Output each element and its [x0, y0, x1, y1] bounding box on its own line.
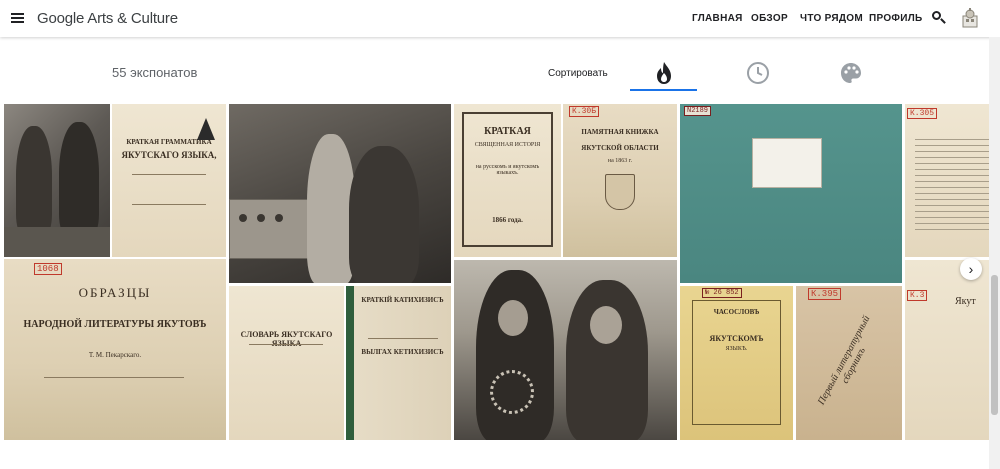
- asset-tile-folder[interactable]: N2189: [680, 104, 902, 283]
- asset-tile-document[interactable]: 1068 ОБРАЗЦЫ НАРОДНОЙ ЛИТЕРАТУРЫ ЯКУТОВЪ…: [4, 259, 226, 440]
- asset-tile-document[interactable]: № 26 852 ЧАСОСЛОВЪ ЯКУТСКОМЪ ЯЗЫКѢ.: [680, 286, 793, 440]
- popular-flame-icon: [657, 62, 671, 84]
- asset-tile-photo-women[interactable]: [4, 104, 110, 257]
- document-stamp: К.305: [907, 108, 938, 119]
- document-stamp: № 26 852: [702, 288, 742, 298]
- document-stamp: К.3: [907, 290, 928, 301]
- folder-label: [752, 138, 822, 188]
- sort-date-button[interactable]: [743, 61, 773, 87]
- document-subtitle: ЯКУТСКАГО ЯЗЫКА,: [121, 150, 217, 160]
- nav-explore[interactable]: ОБЗОР: [751, 13, 788, 24]
- sort-label: Сортировать: [548, 68, 608, 79]
- nav-home[interactable]: ГЛАВНАЯ: [692, 13, 743, 24]
- document-title: СЛОВАРЬ ЯКУТСКАГО ЯЗЫКА: [240, 330, 333, 348]
- clock-icon: [747, 62, 769, 84]
- document-title: КРАТКАЯ: [484, 126, 531, 137]
- nav-profile[interactable]: ПРОФИЛЬ: [869, 13, 923, 24]
- document-stamp: К.395: [808, 288, 842, 300]
- document-subtitle: НАРОДНОЙ ЛИТЕРАТУРЫ ЯКУТОВЪ: [23, 319, 207, 330]
- document-author: Т. М. Пекарскаго.: [88, 351, 142, 359]
- scrollbar-thumb[interactable]: [991, 275, 998, 415]
- asset-tile-photo-costume[interactable]: [454, 260, 677, 440]
- document-title: ПАМЯТНАЯ КНИЖКА: [581, 128, 659, 136]
- sort-popular-button[interactable]: [649, 61, 679, 87]
- document-subtitle: ЯКУТСКОМЪ: [709, 334, 764, 343]
- document-subtitle: ЯКУТСКОЙ ОБЛАСТИ: [581, 144, 659, 152]
- menu-icon[interactable]: [10, 10, 26, 26]
- document-text: ЯЗЫКѢ.: [725, 346, 748, 352]
- palette-icon: [841, 63, 861, 83]
- document-subtitle: СВЯЩЕННАЯ ИСТОРІЯ: [474, 142, 541, 148]
- asset-grid: КРАТКАЯ ГРАММАТИКА ЯКУТСКАГО ЯЗЫКА, 1068…: [0, 104, 1000, 440]
- sort-color-button[interactable]: [836, 61, 866, 87]
- document-stamp: 1068: [34, 263, 62, 275]
- account-avatar[interactable]: [961, 8, 979, 28]
- search-icon[interactable]: [931, 10, 947, 26]
- document-stamp: N2189: [684, 106, 712, 116]
- asset-tile-document[interactable]: К.3 Якут: [905, 260, 1000, 440]
- asset-tile-document[interactable]: КРАТКАЯ СВЯЩЕННАЯ ИСТОРІЯ на русскомъ и …: [454, 104, 561, 257]
- top-app-bar: Google Arts & Culture ГЛАВНАЯ ОБЗОР ЧТО …: [0, 0, 1000, 37]
- sort-active-indicator: [630, 89, 697, 91]
- document-text: на русскомъ и якутскомъ языкахъ.: [475, 164, 540, 176]
- item-count: 55 экспонатов: [112, 65, 198, 80]
- asset-tile-document[interactable]: КРАТКАЯ ГРАММАТИКА ЯКУТСКАГО ЯЗЫКА,: [112, 104, 226, 257]
- document-stamp: К.30Б: [569, 106, 600, 117]
- asset-tile-document[interactable]: СЛОВАРЬ ЯКУТСКАГО ЯЗЫКА: [229, 286, 344, 440]
- document-title: ЧАСОСЛОВЪ: [713, 308, 760, 316]
- site-logo[interactable]: Google Arts & Culture: [37, 10, 178, 27]
- asset-tile-document[interactable]: К.395 Первый литературный сборникъ: [796, 286, 902, 440]
- asset-tile-document[interactable]: К.30Б ПАМЯТНАЯ КНИЖКА ЯКУТСКОЙ ОБЛАСТИ н…: [563, 104, 677, 257]
- asset-tile-document[interactable]: КРАТКІЙ КАТИХИЗИСЪ ВЫЛГАХ КЕТИХИЗИСЪ: [346, 286, 451, 440]
- document-title: КРАТКІЙ КАТИХИЗИСЪ: [361, 296, 444, 304]
- asset-tile-photo-radio[interactable]: [229, 104, 451, 283]
- document-year: 1866 года.: [492, 216, 523, 224]
- next-arrow-button[interactable]: ›: [960, 258, 982, 280]
- asset-tile-document[interactable]: К.305: [905, 104, 1000, 257]
- document-subtitle: ВЫЛГАХ КЕТИХИЗИСЪ: [361, 348, 444, 356]
- document-title: ОБРАЗЦЫ: [78, 285, 152, 300]
- document-title: Первый литературный сборникъ: [815, 313, 873, 407]
- nav-nearby[interactable]: ЧТО РЯДОМ: [800, 13, 863, 24]
- document-text: на 1863 г.: [607, 158, 633, 164]
